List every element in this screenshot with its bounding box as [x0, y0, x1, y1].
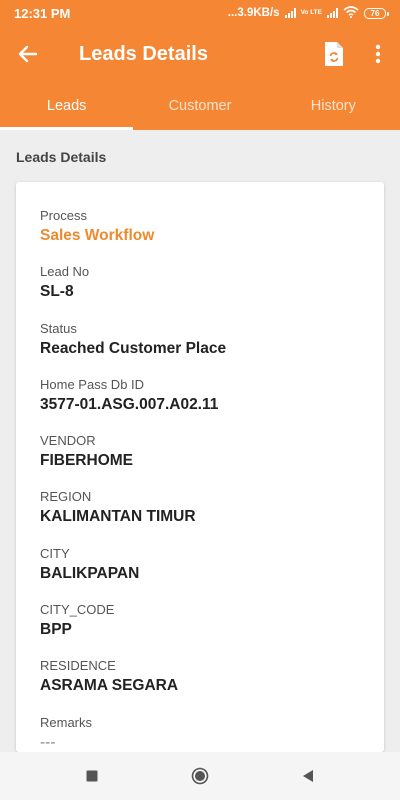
network-speed: ...3.9KB/s	[227, 7, 280, 19]
field-value: ASRAMA SEGARA	[40, 677, 179, 695]
signal-2-icon	[327, 8, 338, 18]
field-value: BPP	[40, 621, 72, 639]
more-options-button[interactable]	[356, 26, 400, 82]
system-nav-bar	[0, 752, 400, 800]
back-button[interactable]	[0, 26, 56, 82]
page-title: Leads Details	[79, 42, 208, 65]
field-label: CITY	[40, 545, 70, 561]
tab-history[interactable]: History	[267, 82, 400, 130]
home-button[interactable]	[176, 752, 224, 800]
field-home-pass-db-id: Home Pass Db ID 3577-01.ASG.007.A02.11	[40, 377, 360, 433]
battery-icon: 76	[364, 7, 389, 19]
field-label: Status	[40, 320, 77, 336]
field-label: VENDOR	[40, 433, 96, 449]
field-value: 3577-01.ASG.007.A02.11	[40, 395, 219, 413]
document-sync-icon	[325, 42, 343, 66]
recents-button[interactable]	[68, 752, 116, 800]
field-value: BALIKPAPAN	[40, 564, 140, 582]
arrow-left-icon	[18, 45, 38, 63]
field-vendor: VENDOR FIBERHOME	[40, 433, 360, 489]
field-value: FIBERHOME	[40, 452, 133, 470]
lead-details-card: Process Sales Workflow Lead No SL-8 Stat…	[16, 182, 384, 752]
field-lead-no: Lead No SL-8	[40, 264, 360, 320]
status-icons: ...3.9KB/s Vo LTE 76	[227, 5, 389, 21]
status-bar: 12:31 PM ...3.9KB/s Vo LTE 76	[0, 0, 400, 26]
tab-customer[interactable]: Customer	[133, 82, 266, 130]
field-label: Home Pass Db ID	[40, 376, 145, 392]
field-process: Process Sales Workflow	[40, 208, 360, 264]
app-bar: Leads Details	[0, 26, 400, 82]
triangle-back-icon	[303, 770, 313, 782]
more-vertical-icon	[375, 44, 381, 64]
wifi-icon	[343, 5, 359, 21]
tab-leads[interactable]: Leads	[0, 82, 134, 130]
field-city: CITY BALIKPAPAN	[40, 546, 360, 602]
square-icon	[86, 770, 98, 782]
tab-bar: Leads Customer History	[0, 82, 400, 130]
field-value: Sales Workflow	[40, 227, 155, 244]
field-value: SL-8	[40, 283, 74, 301]
field-label: CITY_CODE	[40, 602, 115, 618]
field-residence: RESIDENCE ASRAMA SEGARA	[40, 658, 360, 714]
field-label: REGION	[40, 489, 92, 505]
field-remarks: Remarks ---	[40, 715, 360, 752]
volte-label: Vo LTE	[300, 9, 322, 16]
field-region: REGION KALIMANTAN TIMUR	[40, 489, 360, 545]
field-value: KALIMANTAN TIMUR	[40, 508, 196, 526]
field-label: RESIDENCE	[40, 658, 116, 674]
field-status: Status Reached Customer Place	[40, 321, 360, 377]
field-label: Lead No	[40, 264, 90, 280]
field-value: ---	[40, 733, 56, 751]
circle-icon	[191, 767, 209, 785]
back-nav-button[interactable]	[284, 752, 332, 800]
field-label: Remarks	[40, 714, 93, 730]
section-title: Leads Details	[16, 149, 107, 165]
field-city-code: CITY_CODE BPP	[40, 602, 360, 658]
signal-icon	[284, 8, 296, 18]
field-label: Process	[40, 208, 87, 223]
status-time: 12:31 PM	[14, 5, 71, 21]
field-value: Reached Customer Place	[40, 339, 227, 357]
document-button[interactable]	[312, 26, 356, 82]
